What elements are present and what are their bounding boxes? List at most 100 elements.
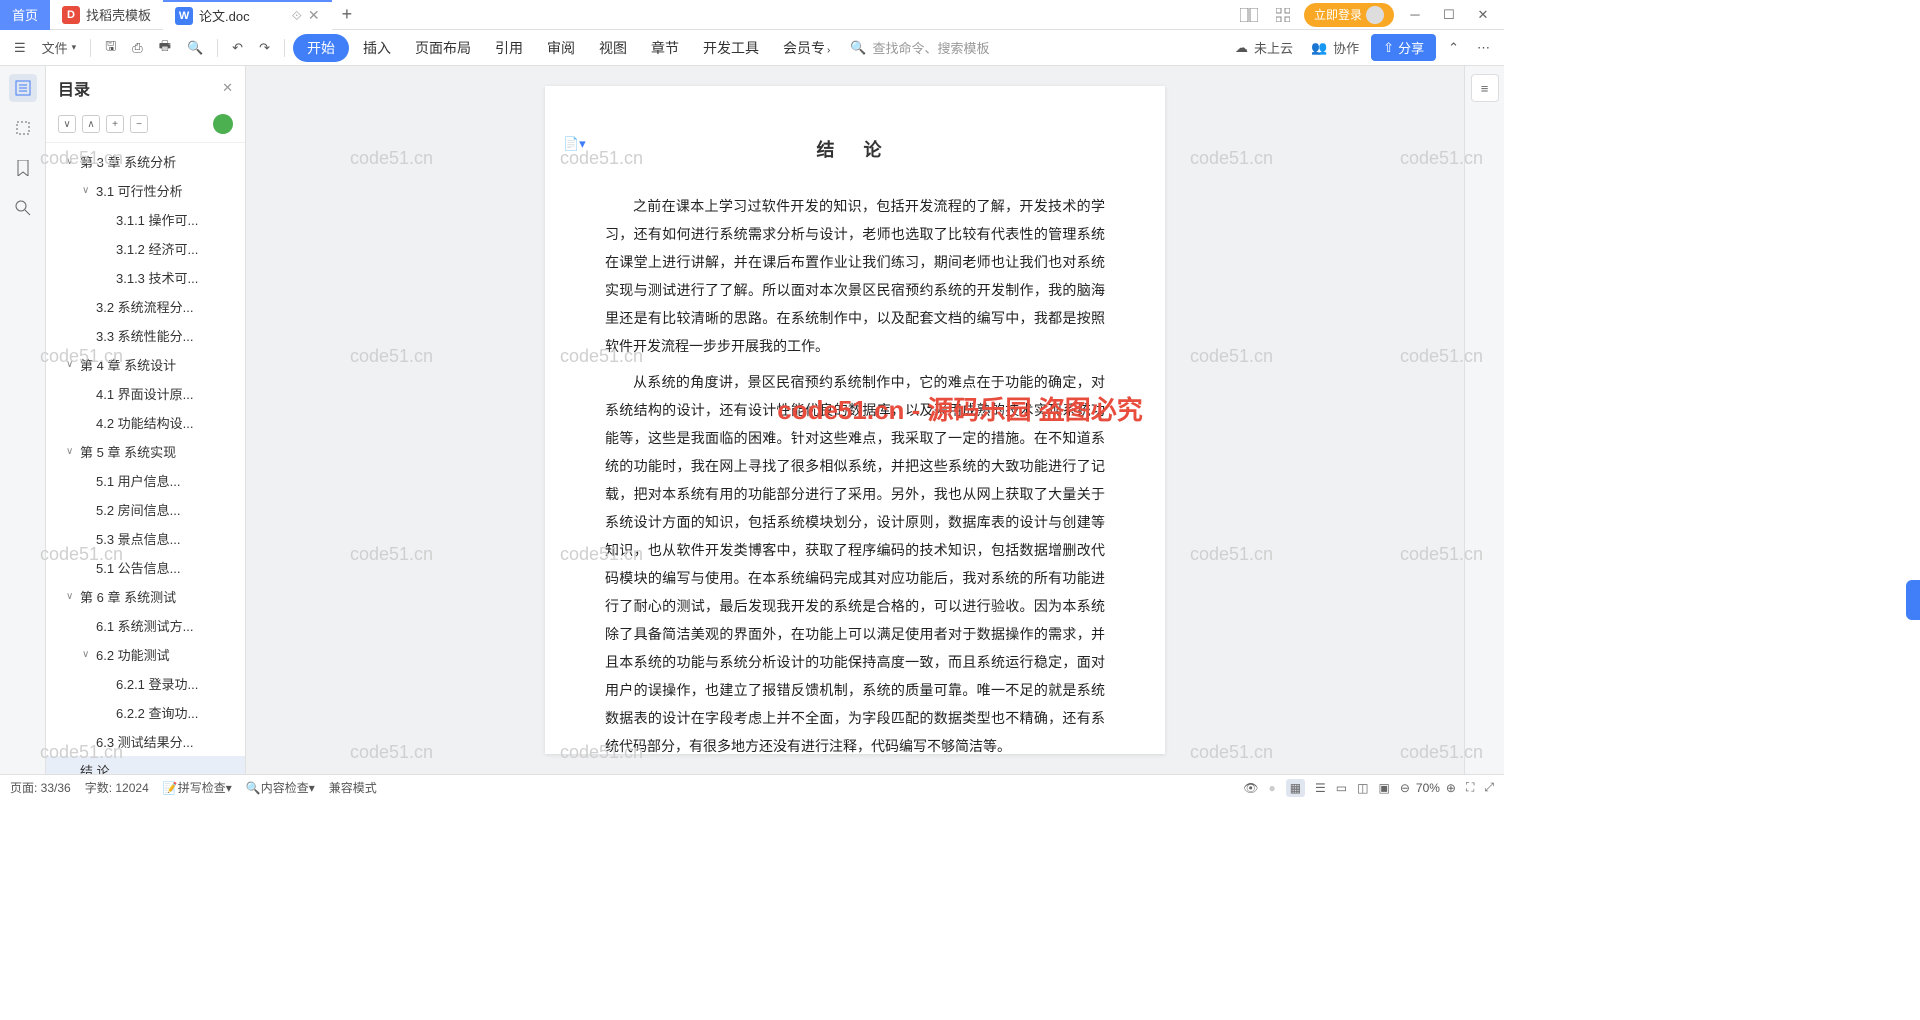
file-menu[interactable]: 文件▾	[36, 34, 83, 61]
layout-icon[interactable]	[1236, 2, 1262, 28]
tab-document[interactable]: W 论文.doc ⟐ ✕	[163, 0, 332, 30]
view-web-icon[interactable]: ▭	[1336, 781, 1347, 795]
menu-devtools[interactable]: 开发工具	[693, 34, 769, 62]
outline-item[interactable]: 5.1 用户信息...	[46, 466, 245, 495]
outline-item[interactable]: ∨3.1 可行性分析	[46, 176, 245, 205]
status-page[interactable]: 页面: 33/36	[10, 779, 71, 796]
apps-icon[interactable]	[1270, 2, 1296, 28]
collapse-ribbon-icon[interactable]: ⌃	[1442, 36, 1465, 60]
save-icon[interactable]: 🖫	[99, 33, 122, 63]
menu-view[interactable]: 视图	[589, 34, 637, 62]
status-compat[interactable]: 兼容模式	[329, 779, 377, 796]
print-icon[interactable]: 🖶	[153, 33, 177, 63]
outline-item[interactable]: 3.3 系统性能分...	[46, 321, 245, 350]
hamburger-icon[interactable]: ☰	[8, 36, 32, 60]
outline-item-label: 3.1 可行性分析	[96, 181, 183, 200]
collab-button[interactable]: 👥协作	[1305, 34, 1365, 61]
window-close-icon[interactable]: ✕	[1470, 2, 1496, 28]
outline-item[interactable]: 3.1.2 经济可...	[46, 234, 245, 263]
side-tab[interactable]	[1906, 580, 1920, 620]
outline-item[interactable]: 6.1 系统测试方...	[46, 611, 245, 640]
outline-item[interactable]: 4.1 界面设计原...	[46, 379, 245, 408]
more-icon[interactable]: ⋯	[1471, 36, 1496, 60]
tab-add-button[interactable]: +	[332, 4, 363, 25]
outline-item[interactable]: 3.1.1 操作可...	[46, 205, 245, 234]
outline-title: 目录	[58, 76, 90, 100]
outline-add[interactable]: +	[106, 115, 124, 133]
tab-close-icon[interactable]: ✕	[308, 7, 320, 24]
outline-item-label: 5.3 景点信息...	[96, 529, 181, 548]
search-box[interactable]: 🔍查找命令、搜索模板	[844, 34, 995, 61]
outline-item[interactable]: ∨第 5 章 系统实现	[46, 437, 245, 466]
menu-start[interactable]: 开始	[293, 34, 349, 62]
doc-heading: 结 论	[605, 136, 1105, 162]
outline-item-label: 3.2 系统流程分...	[96, 297, 194, 316]
view-outline-icon[interactable]: ☰	[1315, 781, 1326, 795]
outline-remove[interactable]: −	[130, 115, 148, 133]
outline-sync-badge[interactable]	[213, 114, 233, 134]
menu-insert[interactable]: 插入	[353, 34, 401, 62]
cloud-status[interactable]: ☁未上云	[1229, 34, 1299, 61]
tab-device-icon[interactable]: ⟐	[292, 8, 302, 24]
tab-home[interactable]: 首页	[0, 0, 50, 30]
status-content-check[interactable]: 🔍内容检查▾	[246, 779, 315, 796]
window-maximize-icon[interactable]: ☐	[1436, 2, 1462, 28]
tab-document-label: 论文.doc	[199, 6, 250, 25]
outline-item[interactable]: 6.2.1 登录功...	[46, 669, 245, 698]
outline-item[interactable]: 3.2 系统流程分...	[46, 292, 245, 321]
status-eye-icon[interactable]: 👁	[1243, 781, 1258, 795]
window-minimize-icon[interactable]: ─	[1402, 2, 1428, 28]
view-focus-icon[interactable]: ▣	[1378, 781, 1389, 795]
outline-item-label: 5.2 房间信息...	[96, 500, 181, 519]
rail-search-icon[interactable]	[9, 194, 37, 222]
menu-chapter[interactable]: 章节	[641, 34, 689, 62]
outline-item[interactable]: ∨第 4 章 系统设计	[46, 350, 245, 379]
right-panel-toggle[interactable]: ≡	[1471, 74, 1499, 102]
document-area[interactable]: 📄▾ 结 论 之前在课本上学习过软件开发的知识，包括开发流程的了解，开发技术的学…	[246, 66, 1464, 774]
rail-outline-icon[interactable]	[9, 74, 37, 102]
chevron-icon: ∨	[66, 156, 76, 167]
undo-icon[interactable]: ↶	[226, 36, 249, 60]
zoom-level[interactable]: 70%	[1416, 781, 1440, 795]
tab-template[interactable]: D 找稻壳模板	[50, 0, 163, 30]
share-button[interactable]: ⇧分享	[1371, 34, 1436, 61]
fullscreen-icon[interactable]: ⤢	[1484, 780, 1494, 795]
outline-item[interactable]: ∨6.2 功能测试	[46, 640, 245, 669]
rail-bookmark-icon[interactable]	[9, 154, 37, 182]
outline-item[interactable]: 结 论	[46, 756, 245, 774]
view-read-icon[interactable]: ◫	[1357, 781, 1368, 795]
outline-item-label: 3.1.1 操作可...	[116, 210, 198, 229]
view-page-icon[interactable]: ▦	[1286, 779, 1305, 797]
outline-item-label: 第 5 章 系统实现	[80, 442, 176, 461]
rail-select-icon[interactable]	[9, 114, 37, 142]
doc-paragraph: 从系统的角度讲，景区民宿预约系统制作中，它的难点在于功能的确定，对系统结构的设计…	[605, 368, 1105, 760]
outline-item[interactable]: 3.1.3 技术可...	[46, 263, 245, 292]
outline-item[interactable]: 5.3 景点信息...	[46, 524, 245, 553]
outline-item[interactable]: 5.2 房间信息...	[46, 495, 245, 524]
page-format-icon[interactable]: 📄▾	[563, 136, 586, 152]
outline-item[interactable]: 5.1 公告信息...	[46, 553, 245, 582]
fit-page-icon[interactable]: ⛶	[1466, 780, 1474, 795]
find-icon[interactable]: 🔍	[181, 36, 209, 60]
status-words[interactable]: 字数: 12024	[85, 779, 149, 796]
outline-item[interactable]: 6.2.2 查询功...	[46, 698, 245, 727]
outline-close-icon[interactable]: ✕	[222, 80, 233, 96]
outline-expand-all[interactable]: ∧	[82, 115, 100, 133]
redo-icon[interactable]: ↷	[253, 36, 276, 60]
menu-member[interactable]: 会员专›	[773, 34, 840, 62]
outline-item[interactable]: 6.3 测试结果分...	[46, 727, 245, 756]
outline-item-label: 6.3 测试结果分...	[96, 732, 194, 751]
menu-page-layout[interactable]: 页面布局	[405, 34, 481, 62]
outline-item[interactable]: ∨第 6 章 系统测试	[46, 582, 245, 611]
outline-collapse-all[interactable]: ∨	[58, 115, 76, 133]
status-spell[interactable]: 📝拼写检查▾	[163, 779, 232, 796]
login-button[interactable]: 立即登录	[1304, 3, 1394, 27]
zoom-in-icon[interactable]: ⊕	[1446, 781, 1456, 795]
outline-item-label: 第 3 章 系统分析	[80, 152, 176, 171]
print-preview-icon[interactable]: ⎙	[126, 36, 148, 60]
outline-item[interactable]: ∨ 第 3 章 系统分析	[46, 147, 245, 176]
menu-references[interactable]: 引用	[485, 34, 533, 62]
menu-review[interactable]: 审阅	[537, 34, 585, 62]
outline-item[interactable]: 4.2 功能结构设...	[46, 408, 245, 437]
zoom-out-icon[interactable]: ⊖	[1400, 781, 1410, 795]
